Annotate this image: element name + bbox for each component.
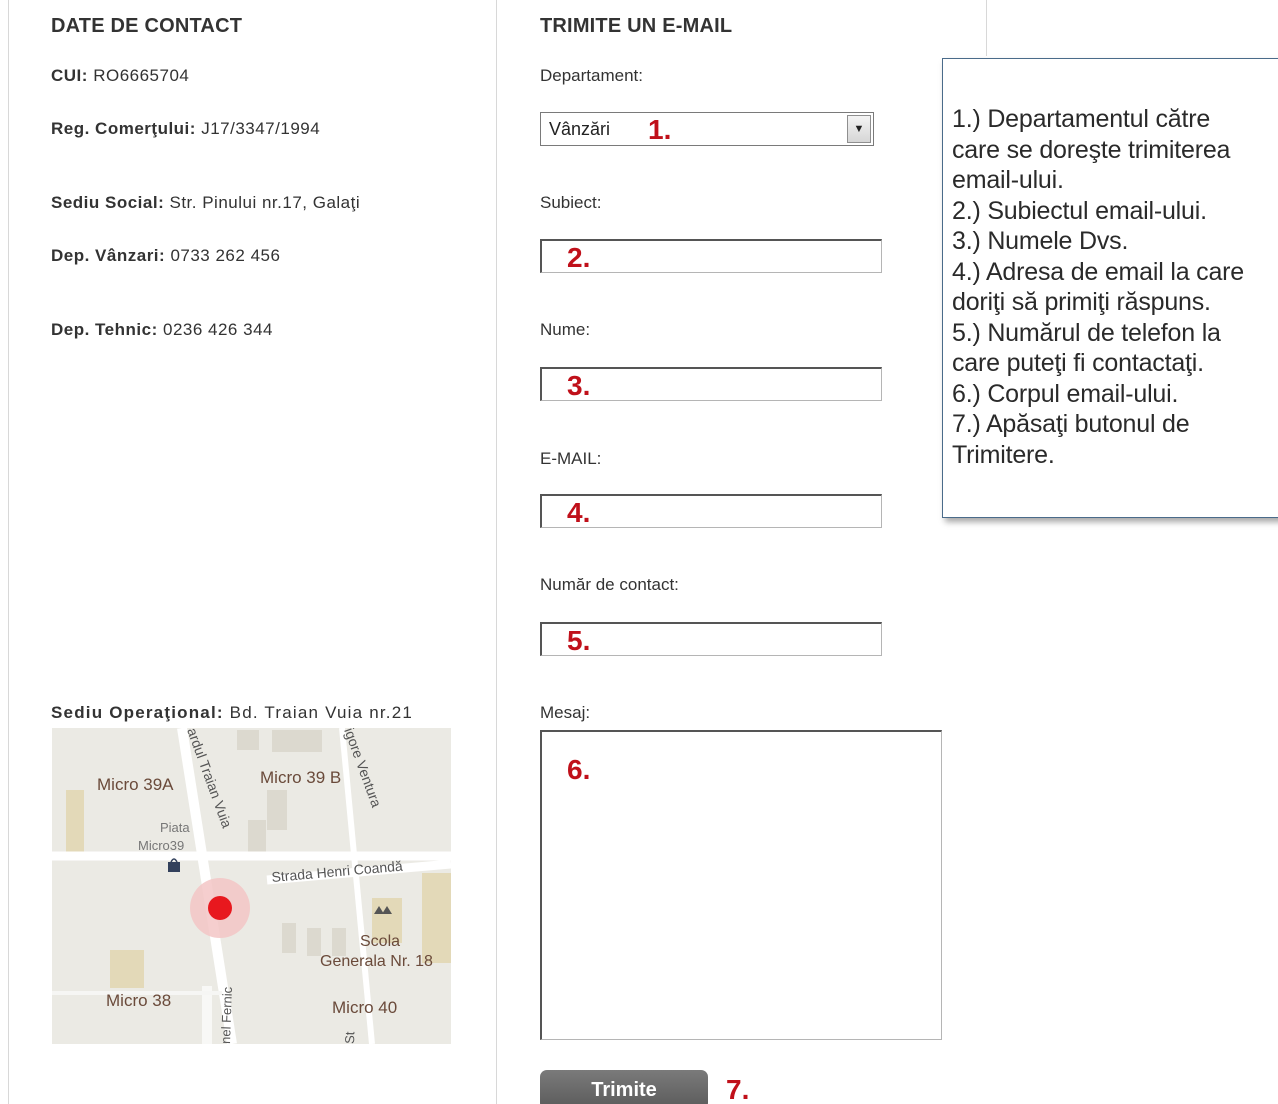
email-input[interactable] [540, 494, 882, 528]
callout-line: email-ului. [952, 166, 1064, 194]
callout-text: 1.) Departamentul către care se doreşte … [952, 104, 1278, 470]
mesaj-textarea[interactable] [540, 730, 942, 1040]
cui-label: CUI: [51, 66, 88, 85]
subiect-input[interactable] [540, 239, 882, 273]
marker-4: 4. [567, 497, 591, 528]
map-label-scola-generala: Generala Nr. 18 [320, 953, 433, 970]
callout-line: doriţi să primiţi răspuns. [952, 288, 1211, 316]
map-graphic: Micro 39A Micro 39 B Piata Micro39 Strad… [52, 728, 451, 1044]
sediu-social-line: Sediu Social: Str. Pinului nr.17, Galaţi [51, 193, 360, 213]
column-divider [496, 0, 497, 1104]
map-label-micro39a: Micro 39A [97, 775, 174, 794]
marker-1: 1. [648, 114, 672, 145]
callout-line: care puteţi fi contactaţi. [952, 349, 1204, 377]
column-divider [8, 0, 9, 1104]
callout-line: Trimitere. [952, 440, 1055, 469]
map-label-micro40: Micro 40 [332, 998, 397, 1017]
marker-6: 6. [567, 754, 591, 785]
map-label-scola: Scola [360, 933, 400, 950]
departament-select[interactable]: Vânzări ▼ [540, 112, 874, 146]
reg-value: J17/3347/1994 [201, 119, 321, 138]
subiect-label: Subiect: [540, 193, 602, 212]
email-label: E-MAIL: [540, 449, 602, 468]
instructions-callout: 1.) Departamentul către care se doreşte … [942, 58, 1278, 518]
sediu-operational-value: Bd. Traian Vuia nr.21 [229, 703, 414, 722]
sediu-operational-label: Sediu Operaţional: [51, 703, 224, 722]
callout-line: care se doreşte trimiterea [952, 135, 1231, 164]
map-label-piata-micro39: Micro39 [138, 838, 184, 853]
chevron-down-icon[interactable]: ▼ [847, 115, 871, 143]
callout-line: 2.) Subiectul email-ului. [952, 196, 1207, 225]
sediu-operational-line: Sediu Operaţional: Bd. Traian Vuia nr.21 [51, 703, 413, 723]
dep-tehnic-line: Dep. Tehnic: 0236 426 344 [51, 320, 273, 340]
callout-line: 5.) Numărul de telefon la [952, 318, 1221, 347]
trimite-button[interactable]: Trimite [540, 1070, 708, 1104]
numar-contact-label: Număr de contact: [540, 575, 679, 594]
map-label-piata: Piata [160, 820, 190, 835]
contact-page: DATE DE CONTACT CUI: RO6665704 Reg. Come… [0, 0, 1278, 1104]
departament-selected-value: Vânzări [549, 118, 611, 139]
dep-tehnic-value: 0236 426 344 [162, 320, 273, 339]
map-label-micro38: Micro 38 [106, 991, 171, 1010]
callout-line: 3.) Numele Dvs. [952, 227, 1129, 255]
nume-label: Nume: [540, 320, 591, 339]
reg-line: Reg. Comerţului: J17/3347/1994 [51, 119, 320, 139]
dep-vanzari-line: Dep. Vânzari: 0733 262 456 [51, 246, 280, 266]
mesaj-label: Mesaj: [540, 703, 591, 722]
sediu-social-label: Sediu Social: [51, 193, 165, 212]
departament-label: Departament: [540, 66, 643, 85]
marker-2: 2. [567, 242, 591, 273]
marker-3: 3. [567, 370, 591, 401]
map-label-st: St [342, 1031, 357, 1044]
location-map[interactable]: Micro 39A Micro 39 B Piata Micro39 Strad… [52, 728, 451, 1044]
form-section-title: TRIMITE UN E-MAIL [540, 15, 733, 37]
cui-value: RO6665704 [93, 66, 190, 85]
nume-input[interactable] [540, 367, 882, 401]
cui-line: CUI: RO6665704 [51, 66, 189, 86]
dep-tehnic-label: Dep. Tehnic: [51, 320, 158, 339]
callout-line: 1.) Departamentul către [952, 105, 1211, 133]
contact-section-title: DATE DE CONTACT [51, 15, 243, 37]
dep-vanzari-label: Dep. Vânzari: [51, 246, 166, 265]
callout-line: 6.) Corpul email-ului. [952, 379, 1179, 408]
marker-7: 7. [726, 1074, 750, 1104]
callout-line: 4.) Adresa de email la care [952, 257, 1244, 286]
map-label-fernic: nel Fernic [218, 986, 235, 1044]
callout-line: 7.) Apăsaţi butonul de [952, 410, 1190, 438]
marker-5: 5. [567, 625, 591, 656]
dep-vanzari-value: 0733 262 456 [170, 246, 281, 265]
reg-label: Reg. Comerţului: [51, 119, 196, 138]
map-label-micro39b: Micro 39 B [260, 768, 341, 787]
sediu-social-value: Str. Pinului nr.17, Galaţi [169, 193, 361, 212]
numar-contact-input[interactable] [540, 622, 882, 656]
column-divider [986, 0, 987, 56]
